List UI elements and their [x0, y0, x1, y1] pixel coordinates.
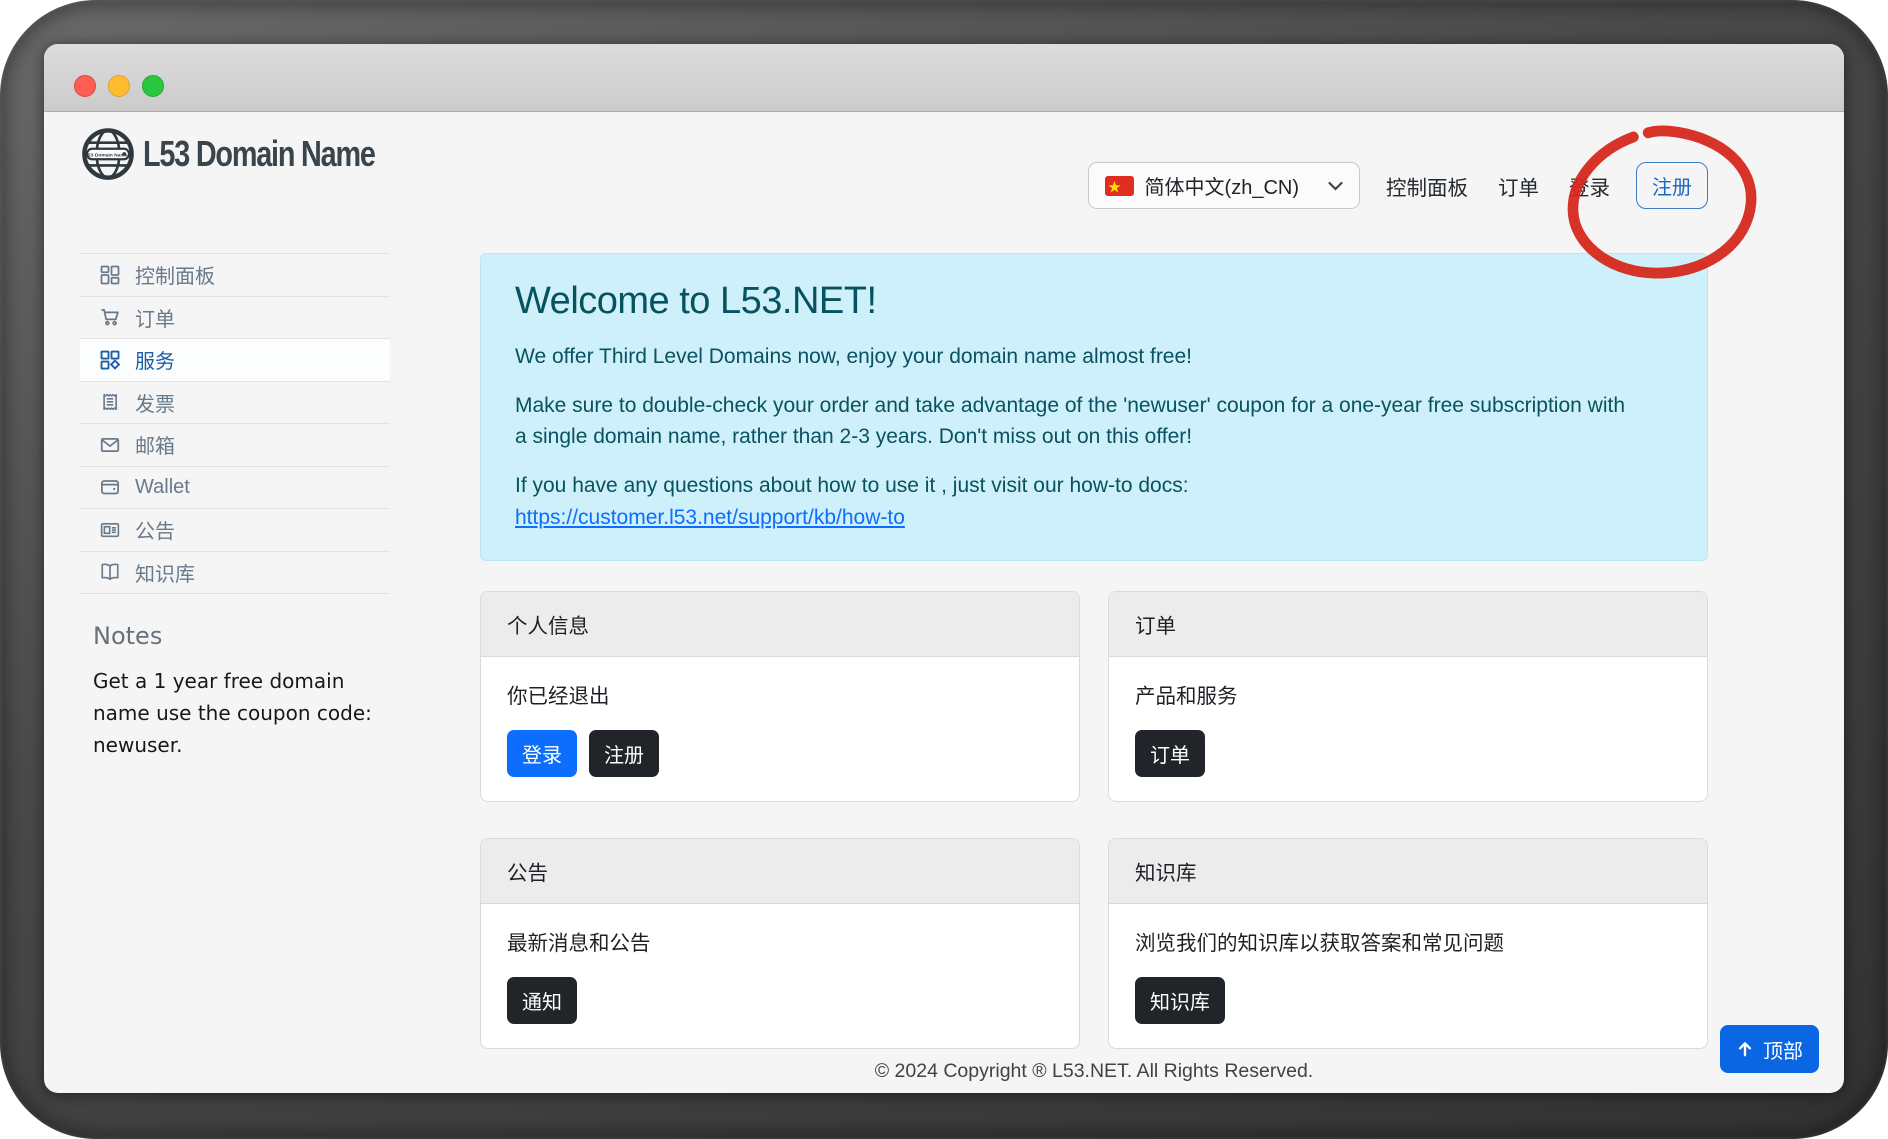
- china-flag-icon: ★: [1105, 176, 1134, 196]
- card-title: 订单: [1109, 592, 1707, 657]
- card-body: 浏览我们的知识库以获取答案和常见问题 知识库: [1109, 904, 1707, 1048]
- card-description: 你已经退出: [507, 679, 1053, 709]
- sidebar-item-label: 订单: [135, 303, 175, 332]
- card-actions: 知识库: [1135, 977, 1681, 1024]
- globe-logo-icon: L53 Domain Name: [80, 126, 136, 182]
- sidebar-menu: 控制面板 订单: [80, 253, 390, 594]
- newspaper-icon: [100, 520, 120, 540]
- cards-row-2: 公告 最新消息和公告 通知 知识库 浏览我们的知识库以获取答案和常见问题 知识库: [480, 838, 1708, 1049]
- window-controls: [74, 75, 164, 97]
- signup-button[interactable]: 注册: [589, 730, 659, 777]
- card-description: 产品和服务: [1135, 679, 1681, 709]
- card-body: 产品和服务 订单: [1109, 657, 1707, 801]
- card-profile: 个人信息 你已经退出 登录 注册: [480, 591, 1080, 802]
- envelope-icon: [100, 435, 120, 455]
- card-orders: 订单 产品和服务 订单: [1108, 591, 1708, 802]
- orders-button[interactable]: 订单: [1135, 730, 1205, 777]
- footer-copyright: © 2024 Copyright ® L53.NET. All Rights R…: [480, 1060, 1708, 1083]
- card-announcements: 公告 最新消息和公告 通知: [480, 838, 1080, 1049]
- sidebar-item-services[interactable]: 服务: [80, 338, 390, 381]
- sidebar-item-label: 知识库: [135, 558, 195, 587]
- main-column: Welcome to L53.NET! We offer Third Level…: [480, 253, 1708, 1049]
- login-button[interactable]: 登录: [507, 730, 577, 777]
- cart-icon: [100, 307, 120, 327]
- banner-paragraph: If you have any questions about how to u…: [515, 470, 1635, 502]
- language-label: 简体中文(zh_CN): [1145, 171, 1299, 200]
- sidebar-item-knowledgebase[interactable]: 知识库: [80, 551, 390, 594]
- card-actions: 订单: [1135, 730, 1681, 777]
- notes-body: Get a 1 year free domain name use the co…: [93, 665, 383, 761]
- sidebar-notes: Notes Get a 1 year free domain name use …: [80, 622, 390, 761]
- sidebar-item-announcements[interactable]: 公告: [80, 508, 390, 551]
- sidebar-item-orders[interactable]: 订单: [80, 296, 390, 339]
- dashboard-grid-icon: [100, 265, 120, 285]
- sidebar-item-label: 服务: [135, 345, 175, 374]
- card-actions: 登录 注册: [507, 730, 1053, 777]
- banner-paragraph: Make sure to double-check your order and…: [515, 390, 1635, 453]
- notes-title: Notes: [93, 622, 390, 650]
- register-button[interactable]: 注册: [1636, 162, 1708, 209]
- card-title: 个人信息: [481, 592, 1079, 657]
- book-icon: [100, 562, 120, 582]
- sidebar-item-invoices[interactable]: 发票: [80, 381, 390, 424]
- sidebar-item-label: 发票: [135, 388, 175, 417]
- howto-docs-link[interactable]: https://customer.l53.net/support/kb/how-…: [515, 506, 905, 529]
- language-select[interactable]: ★ 简体中文(zh_CN): [1088, 162, 1360, 209]
- top-nav: 控制面板 订单 登录: [1386, 171, 1610, 201]
- header-actions: ★ 简体中文(zh_CN) 控制面板 订单 登录 注册: [1088, 162, 1708, 209]
- sidebar-item-label: Wallet: [135, 476, 190, 499]
- nav-dashboard[interactable]: 控制面板: [1386, 171, 1468, 201]
- close-button[interactable]: [74, 75, 96, 97]
- wallet-icon: [100, 477, 120, 497]
- brand-name: L53 Domain Name: [143, 133, 375, 175]
- card-description: 最新消息和公告: [507, 926, 1053, 956]
- card-knowledgebase: 知识库 浏览我们的知识库以获取答案和常见问题 知识库: [1108, 838, 1708, 1049]
- sidebar-item-dashboard[interactable]: 控制面板: [80, 253, 390, 296]
- sidebar-item-email[interactable]: 邮箱: [80, 423, 390, 466]
- sidebar-item-wallet[interactable]: Wallet: [80, 466, 390, 509]
- nav-orders[interactable]: 订单: [1498, 171, 1539, 201]
- minimize-button[interactable]: [108, 75, 130, 97]
- zoom-button[interactable]: [142, 75, 164, 97]
- welcome-banner: Welcome to L53.NET! We offer Third Level…: [480, 253, 1708, 561]
- card-title: 公告: [481, 839, 1079, 904]
- brand-logo[interactable]: L53 Domain Name L53 Domain Name: [80, 126, 433, 182]
- banner-title: Welcome to L53.NET!: [515, 280, 1673, 323]
- logo-badge-text: L53 Domain Name: [85, 152, 128, 158]
- svg-text:★: ★: [1108, 179, 1121, 194]
- browser-window: L53 Domain Name L53 Domain Name ★ 简体中文(z…: [44, 44, 1844, 1093]
- knowledgebase-button[interactable]: 知识库: [1135, 977, 1225, 1024]
- back-to-top-label: 顶部: [1763, 1035, 1803, 1064]
- cards-row-1: 个人信息 你已经退出 登录 注册 订单 产品和服务 订单: [480, 591, 1708, 802]
- notifications-button[interactable]: 通知: [507, 977, 577, 1024]
- boxes-icon: [100, 350, 120, 370]
- sidebar: 控制面板 订单: [80, 253, 390, 761]
- card-actions: 通知: [507, 977, 1053, 1024]
- sidebar-item-label: 邮箱: [135, 430, 175, 459]
- chevron-down-icon: [1328, 181, 1343, 191]
- card-body: 最新消息和公告 通知: [481, 904, 1079, 1048]
- card-description: 浏览我们的知识库以获取答案和常见问题: [1135, 926, 1681, 956]
- sidebar-item-label: 控制面板: [135, 260, 215, 289]
- arrow-up-icon: [1736, 1040, 1754, 1058]
- card-body: 你已经退出 登录 注册: [481, 657, 1079, 801]
- receipt-icon: [100, 392, 120, 412]
- window-titlebar: [44, 44, 1844, 112]
- nav-login[interactable]: 登录: [1569, 171, 1610, 201]
- banner-paragraph: We offer Third Level Domains now, enjoy …: [515, 341, 1635, 373]
- back-to-top-button[interactable]: 顶部: [1720, 1025, 1819, 1073]
- sidebar-item-label: 公告: [135, 515, 175, 544]
- page-content: L53 Domain Name L53 Domain Name ★ 简体中文(z…: [44, 112, 1844, 1092]
- card-title: 知识库: [1109, 839, 1707, 904]
